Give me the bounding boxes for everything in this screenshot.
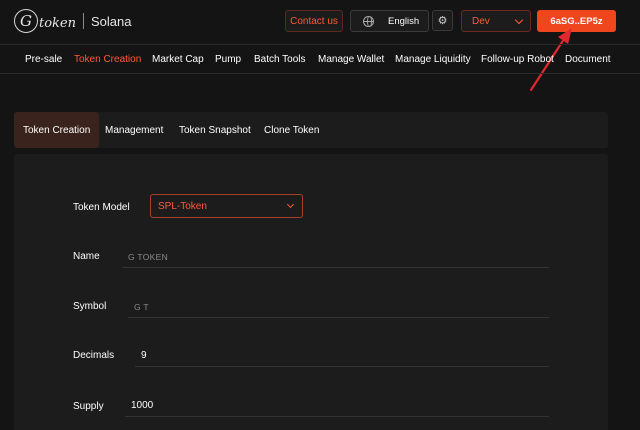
nav-item-market-cap[interactable]: Market Cap <box>152 54 204 65</box>
logo-divider <box>83 13 84 29</box>
logo[interactable]: G token Solana <box>14 9 131 33</box>
tab-management[interactable]: Management <box>105 112 163 148</box>
main-nav: Pre-sale Token Creation Market Cap Pump … <box>0 44 640 74</box>
decimals-label: Decimals <box>73 350 115 361</box>
nav-item-pump[interactable]: Pump <box>215 54 241 65</box>
nav-item-manage-wallet[interactable]: Manage Wallet <box>318 54 384 65</box>
network-value: Dev <box>472 15 490 27</box>
language-button[interactable]: English <box>350 10 429 32</box>
token-form-panel <box>14 154 608 430</box>
logo-word: token <box>39 15 76 31</box>
token-model-select[interactable]: SPL-Token <box>150 194 303 218</box>
nav-item-manage-liquidity[interactable]: Manage Liquidity <box>395 54 471 65</box>
nav-item-follow-up-robot[interactable]: Follow-up Robot <box>481 54 554 65</box>
sub-tabs: Token Creation Management Token Snapshot… <box>14 112 608 148</box>
nav-item-document[interactable]: Document <box>565 54 611 65</box>
supply-label: Supply <box>73 401 104 412</box>
tab-clone-token[interactable]: Clone Token <box>264 112 319 148</box>
logo-mark-icon: G <box>14 9 38 33</box>
name-input[interactable]: G TOKEN <box>122 246 549 268</box>
chain-name: Solana <box>91 13 132 29</box>
token-model-value: SPL-Token <box>158 200 207 212</box>
tab-token-creation[interactable]: Token Creation <box>14 112 100 148</box>
supply-input[interactable]: 1000 <box>125 395 549 417</box>
supply-value: 1000 <box>131 400 154 411</box>
nav-item-pre-sale[interactable]: Pre-sale <box>25 54 62 65</box>
token-model-label: Token Model <box>73 202 130 213</box>
symbol-input[interactable]: G T <box>128 296 549 318</box>
chevron-down-icon <box>514 15 524 25</box>
gear-icon: ⚙ <box>437 15 448 27</box>
chevron-down-icon <box>286 200 295 209</box>
nav-item-batch-tools[interactable]: Batch Tools <box>254 54 306 65</box>
decimals-input[interactable]: 9 <box>135 345 549 367</box>
globe-icon <box>363 15 374 27</box>
symbol-label: Symbol <box>73 301 107 312</box>
settings-button[interactable]: ⚙ <box>432 10 453 31</box>
name-placeholder: G TOKEN <box>128 251 169 262</box>
language-label: English <box>388 15 420 27</box>
name-label: Name <box>73 251 100 262</box>
nav-item-token-creation[interactable]: Token Creation <box>74 54 141 65</box>
tab-token-snapshot[interactable]: Token Snapshot <box>179 112 251 148</box>
contact-us-button[interactable]: Contact us <box>285 10 343 32</box>
symbol-placeholder: G T <box>134 301 149 312</box>
decimals-value: 9 <box>141 350 147 361</box>
